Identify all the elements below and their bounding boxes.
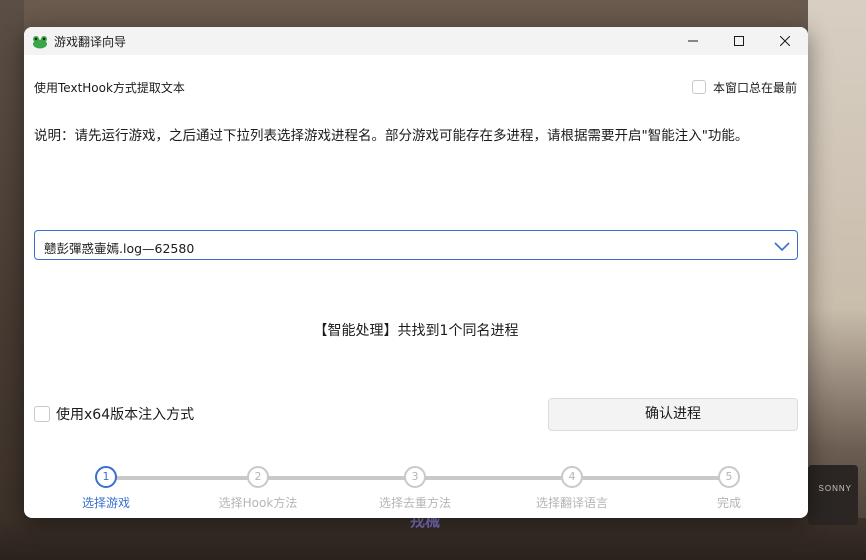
x64-injection-label[interactable]: 使用x64版本注入方式 bbox=[56, 404, 194, 424]
always-on-top-checkbox[interactable] bbox=[692, 80, 706, 94]
step-2-indicator: 2 bbox=[247, 466, 269, 488]
always-on-top-label[interactable]: 本窗口总在最前 bbox=[713, 79, 797, 96]
step-4-label: 选择翻译语言 bbox=[535, 496, 608, 510]
background-tv bbox=[808, 465, 858, 525]
step-4-indicator: 4 bbox=[561, 466, 583, 488]
maximize-icon bbox=[734, 36, 744, 46]
step-3-label: 选择去重方法 bbox=[378, 496, 451, 510]
step-3-indicator: 3 bbox=[404, 466, 426, 488]
x64-injection-checkbox[interactable] bbox=[34, 406, 50, 422]
maximize-button[interactable] bbox=[716, 27, 762, 55]
step-1-indicator: 1 bbox=[95, 466, 117, 488]
process-select-value: 戆彭彈惑壷嫣.log—62580 bbox=[44, 241, 195, 256]
close-icon bbox=[780, 36, 790, 46]
chevron-down-icon[interactable] bbox=[773, 238, 791, 252]
wizard-window: 游戏翻译向导 使用TextHook方式提取文本 本窗口总在最前 说明：请先运行游… bbox=[24, 27, 808, 518]
confirm-process-button[interactable]: 确认进程 bbox=[548, 398, 798, 431]
window-title: 游戏翻译向导 bbox=[54, 35, 127, 49]
hook-mode-label: 使用TextHook方式提取文本 bbox=[34, 81, 185, 95]
process-status-text: 【智能处理】共找到1个同名进程 bbox=[313, 323, 519, 339]
step-5-indicator: 5 bbox=[718, 466, 740, 488]
minimize-button[interactable] bbox=[670, 27, 716, 55]
step-2-label: 选择Hook方法 bbox=[218, 496, 298, 510]
step-1-label: 选择游戏 bbox=[81, 496, 130, 510]
frog-app-icon bbox=[32, 34, 48, 49]
title-bar[interactable]: 游戏翻译向导 bbox=[24, 27, 808, 55]
close-button[interactable] bbox=[762, 27, 808, 55]
desktop-background-left bbox=[0, 0, 24, 560]
background-tv-brand: SONNY bbox=[818, 484, 852, 493]
instructions-text: 说明：请先运行游戏，之后通过下拉列表选择游戏进程名。部分游戏可能存在多进程，请根… bbox=[34, 128, 749, 144]
step-5-label: 完成 bbox=[716, 496, 741, 510]
process-select-dropdown[interactable]: 戆彭彈惑壷嫣.log—62580 bbox=[34, 230, 798, 260]
minimize-icon bbox=[688, 40, 698, 42]
